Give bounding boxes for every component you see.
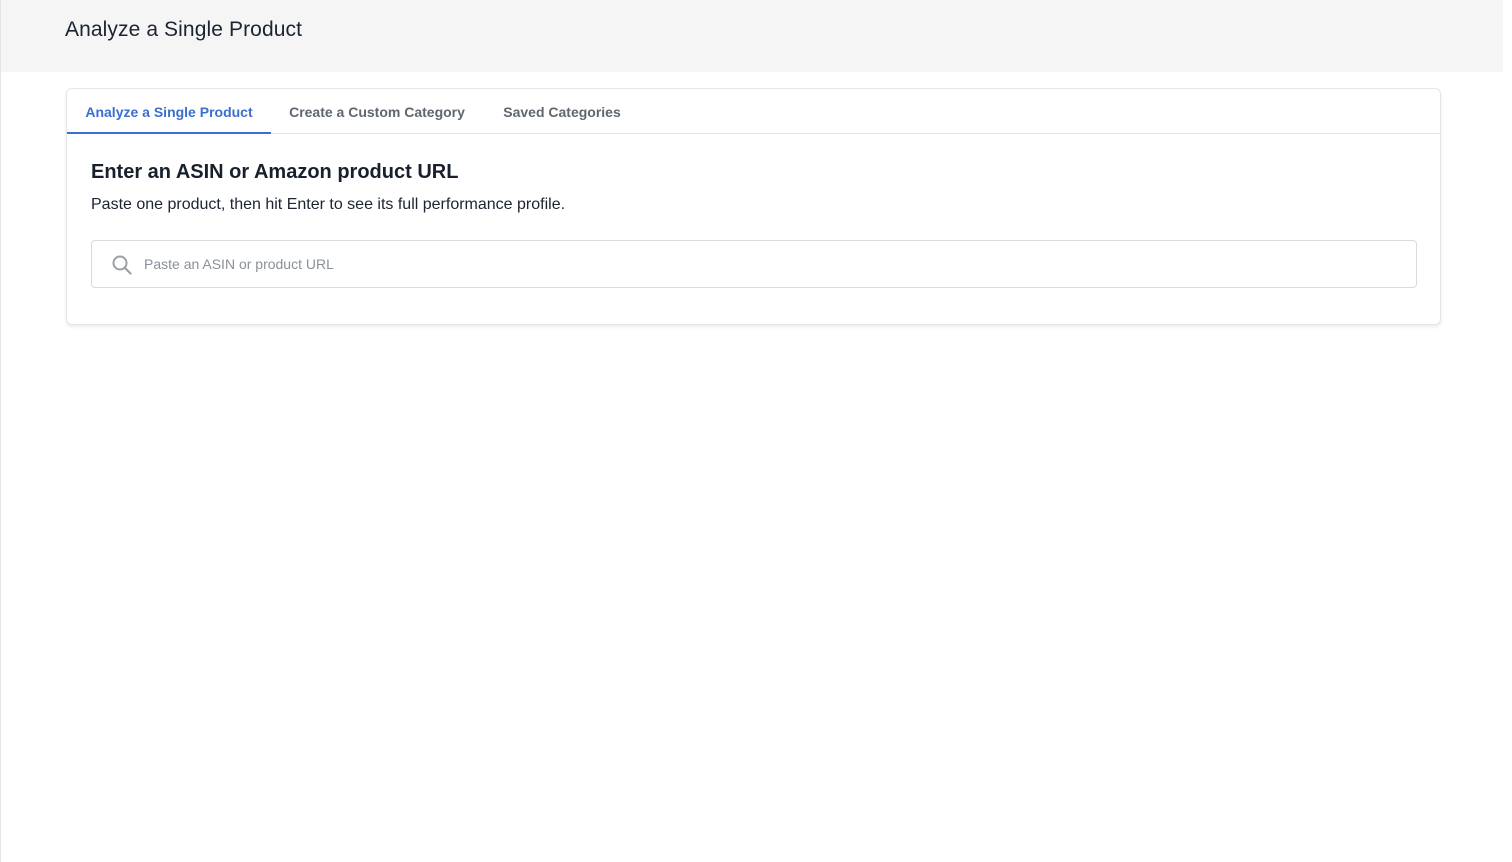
- page-header: Analyze a Single Product: [1, 0, 1503, 72]
- search-input[interactable]: [144, 241, 1404, 287]
- adjacent-window-edge: [1503, 0, 1512, 862]
- tab-analyze-single-product[interactable]: Analyze a Single Product: [67, 89, 271, 134]
- search-box[interactable]: [91, 240, 1417, 288]
- section-heading: Enter an ASIN or Amazon product URL: [91, 161, 459, 183]
- search-icon: [110, 253, 134, 277]
- section-subheading: Paste one product, then hit Enter to see…: [91, 196, 566, 213]
- tab-create-custom-category[interactable]: Create a Custom Category: [271, 89, 483, 134]
- tab-bar: Analyze a Single Product Create a Custom…: [67, 89, 1440, 134]
- tab-saved-categories[interactable]: Saved Categories: [483, 89, 641, 134]
- analyze-card: Analyze a Single Product Create a Custom…: [66, 88, 1441, 325]
- page-title: Analyze a Single Product: [65, 18, 303, 41]
- app-window: Analyze a Single Product Analyze a Singl…: [0, 0, 1503, 862]
